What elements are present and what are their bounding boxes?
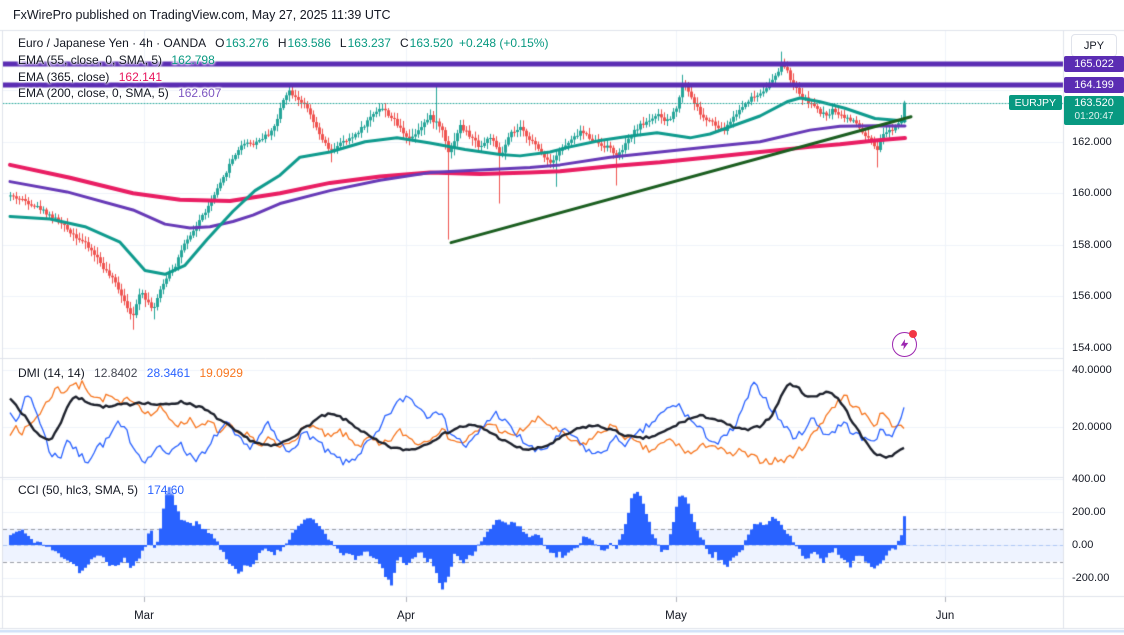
ohlc-low-value: 163.237 — [347, 36, 391, 50]
cci-value: 174.60 — [147, 483, 185, 497]
ray-price-badge-164: 164.199 — [1064, 77, 1124, 94]
currency-toggle-button[interactable]: JPY — [1071, 34, 1117, 57]
ohlc-high-value: 163.586 — [287, 36, 331, 50]
last-price-value: 163.520 — [1074, 97, 1114, 110]
cci-label[interactable]: CCI (50, hlc3, SMA, 5) — [18, 483, 138, 497]
ema55-label[interactable]: EMA (55, close, 0, SMA, 5) — [18, 53, 162, 67]
dmi-adx-value: 12.8402 — [94, 366, 138, 380]
axis-label: 160.000 — [1072, 187, 1112, 200]
dmi-legend-row[interactable]: DMI (14, 14) 12.8402 28.3461 19.0929 — [18, 366, 243, 380]
dmi-label[interactable]: DMI (14, 14) — [18, 366, 85, 380]
ohlc-close-label: C — [399, 36, 409, 50]
ema200-value: 162.607 — [178, 86, 222, 100]
axis-label: 200.00 — [1072, 506, 1106, 518]
price-axis[interactable]: JPY 165.022 164.199 163.520 01:20:47 162… — [1064, 30, 1124, 628]
notification-dot — [909, 330, 917, 338]
symbol-title[interactable]: Euro / Japanese Yen · 4h · OANDA — [18, 36, 206, 50]
axis-label: 154.000 — [1072, 341, 1112, 354]
axis-label: 20.0000 — [1072, 420, 1112, 433]
month-label-jun: Jun — [935, 610, 955, 622]
bar-countdown: 01:20:47 — [1074, 111, 1114, 123]
ohlc-high-label: H — [277, 36, 287, 50]
published-header: FxWirePro published on TradingView.com, … — [13, 8, 391, 22]
dmi-minus-di-value: 19.0929 — [199, 366, 243, 380]
axis-label: 162.000 — [1072, 135, 1112, 148]
ema55-legend-row[interactable]: EMA (55, close, 0, SMA, 5) 162.798 — [18, 53, 215, 67]
axis-label: 158.000 — [1072, 238, 1112, 251]
ohlc-low-label: L — [339, 36, 347, 50]
axis-label: 400.00 — [1072, 473, 1106, 485]
ema200-legend-row[interactable]: EMA (200, close, 0, SMA, 5) 162.607 — [18, 86, 221, 100]
ema365-value: 162.141 — [118, 69, 163, 84]
ema365-legend-row[interactable]: EMA (365, close) 162.141 — [18, 70, 162, 84]
cci-legend-row[interactable]: CCI (50, hlc3, SMA, 5) 174.60 — [18, 483, 184, 497]
axis-label: 40.0000 — [1072, 363, 1112, 376]
tradingview-chart-widget: FxWirePro published on TradingView.com, … — [0, 0, 1124, 635]
month-label-apr: Apr — [397, 610, 415, 622]
symbol-price-label: EURJPY — [1008, 95, 1062, 111]
ohlc-open-value: 163.276 — [225, 36, 269, 50]
ohlc-close-value: 163.520 — [409, 36, 454, 50]
change-value: +0.248 (+0.15%) — [459, 36, 549, 50]
instant-trading-button[interactable] — [892, 330, 919, 359]
last-price-badge: 163.520 01:20:47 — [1064, 95, 1124, 125]
month-label-mar: Mar — [134, 610, 154, 622]
month-label-may: May — [665, 610, 687, 622]
symbol-legend-row[interactable]: Euro / Japanese Yen · 4h · OANDA O163.276… — [18, 36, 548, 50]
time-axis[interactable]: Mar Apr May Jun — [0, 597, 1063, 628]
ema55-value: 162.798 — [171, 53, 215, 67]
ray-price-badge-165: 165.022 — [1064, 55, 1124, 72]
ohlc-open-label: O — [215, 36, 225, 50]
dmi-plus-di-value: 28.3461 — [146, 366, 191, 380]
ema365-label[interactable]: EMA (365, close) — [18, 70, 109, 84]
axis-label: 0.00 — [1072, 539, 1094, 551]
axis-label: -200.00 — [1072, 572, 1110, 584]
ema200-label[interactable]: EMA (200, close, 0, SMA, 5) — [18, 86, 169, 100]
axis-label: 156.000 — [1072, 290, 1112, 303]
